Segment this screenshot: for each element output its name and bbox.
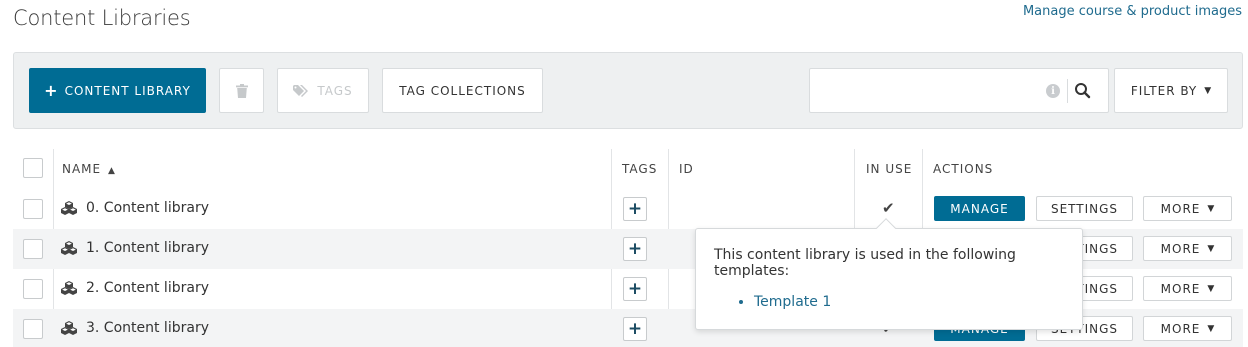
library-name-cell: 1. Content library — [61, 240, 209, 256]
manage-images-link[interactable]: Manage course & product images — [1023, 4, 1242, 19]
toolbar: + CONTENT LIBRARY TAGS TAG COLLECTIONS i… — [13, 52, 1243, 129]
tags-label: TAGS — [317, 83, 353, 98]
trash-icon — [235, 83, 248, 98]
more-label: MORE — [1160, 321, 1201, 336]
filter-by-label: FILTER BY — [1130, 83, 1198, 98]
settings-button[interactable]: SETTINGS — [1036, 196, 1133, 221]
add-tag-button[interactable]: + — [623, 197, 647, 221]
cubes-icon — [61, 281, 77, 295]
more-label: MORE — [1160, 241, 1201, 256]
library-name: 0. Content library — [86, 200, 209, 216]
search-icon[interactable] — [1073, 81, 1093, 101]
delete-button[interactable] — [219, 68, 264, 113]
caret-down-icon: ▼ — [1207, 283, 1215, 294]
popover-message: This content library is used in the foll… — [714, 247, 1016, 279]
caret-down-icon: ▼ — [1204, 85, 1212, 96]
tags-button[interactable]: TAGS — [277, 68, 369, 113]
tag-icon — [293, 84, 309, 97]
more-label: MORE — [1160, 201, 1201, 216]
add-content-library-label: CONTENT LIBRARY — [64, 83, 191, 98]
caret-down-icon: ▼ — [1207, 243, 1215, 254]
search-divider — [1067, 79, 1068, 103]
row-checkbox[interactable] — [23, 239, 43, 259]
tag-collections-label: TAG COLLECTIONS — [399, 83, 526, 98]
header-id: ID — [679, 162, 694, 176]
add-content-library-button[interactable]: + CONTENT LIBRARY — [29, 68, 206, 113]
sort-asc-icon: ▲ — [107, 166, 115, 176]
more-label: MORE — [1160, 281, 1201, 296]
row-checkbox[interactable] — [23, 279, 43, 299]
header-name-label: NAME — [62, 162, 102, 176]
library-name-cell: 3. Content library — [61, 320, 209, 336]
select-all-checkbox[interactable] — [23, 158, 43, 178]
tag-collections-button[interactable]: TAG COLLECTIONS — [382, 68, 543, 113]
info-icon[interactable]: i — [1046, 84, 1060, 98]
header-name[interactable]: NAME ▲ — [62, 162, 115, 176]
library-name: 3. Content library — [86, 320, 209, 336]
caret-down-icon: ▼ — [1207, 203, 1215, 214]
table-row: 0. Content library + ✔ MANAGE SETTINGS M… — [13, 189, 1243, 229]
add-tag-button[interactable]: + — [623, 317, 647, 341]
template-list: Template 1 — [714, 294, 1064, 310]
row-checkbox[interactable] — [23, 319, 43, 339]
more-button[interactable]: MORE ▼ — [1143, 196, 1232, 221]
cubes-icon — [61, 201, 77, 215]
library-name-cell: 0. Content library — [61, 200, 209, 216]
template-link[interactable]: Template 1 — [754, 294, 1064, 310]
add-tag-button[interactable]: + — [623, 237, 647, 261]
row-checkbox[interactable] — [23, 199, 43, 219]
filter-by-button[interactable]: FILTER BY ▼ — [1114, 68, 1228, 113]
search-box: i — [809, 68, 1109, 113]
page-title: Content Libraries — [13, 6, 191, 30]
manage-button[interactable]: MANAGE — [934, 196, 1025, 221]
caret-down-icon: ▼ — [1207, 323, 1215, 334]
in-use-popover: This content library is used in the foll… — [695, 218, 1083, 330]
more-button[interactable]: MORE ▼ — [1143, 236, 1232, 261]
header-actions: ACTIONS — [933, 162, 994, 176]
header-in-use: IN USE — [866, 162, 913, 176]
more-button[interactable]: MORE ▼ — [1143, 276, 1232, 301]
library-name: 1. Content library — [86, 240, 209, 256]
check-icon[interactable]: ✔ — [882, 199, 895, 217]
add-tag-button[interactable]: + — [623, 277, 647, 301]
plus-icon: + — [44, 81, 58, 100]
table-header: NAME ▲ TAGS ID IN USE ACTIONS — [13, 149, 1243, 189]
cubes-icon — [61, 321, 77, 335]
cubes-icon — [61, 241, 77, 255]
library-name: 2. Content library — [86, 280, 209, 296]
library-name-cell: 2. Content library — [61, 280, 209, 296]
search-input[interactable] — [810, 69, 1040, 112]
header-tags: TAGS — [622, 162, 658, 176]
more-button[interactable]: MORE ▼ — [1143, 316, 1232, 341]
